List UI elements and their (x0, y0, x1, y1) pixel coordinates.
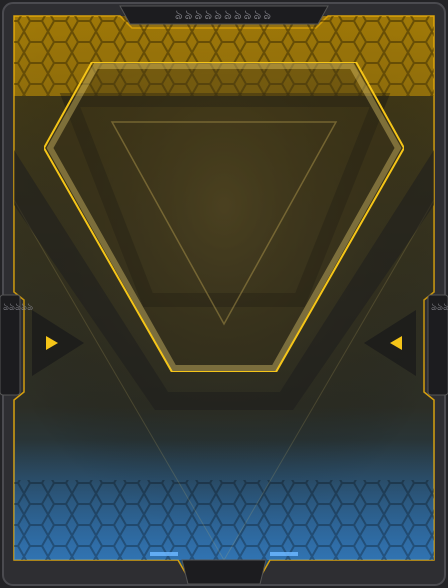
left-arrow-button[interactable] (28, 308, 88, 378)
left-glyph-strip: ঌঌঌঌঌ (3, 300, 33, 316)
game-card-frame: ঌঌঌঌঌঌঌঌঌঌ ঌঌঌঌঌ ঌঌঌঌঌ (0, 0, 448, 588)
emblem-icon (44, 62, 404, 372)
triangle-left-icon (32, 310, 84, 376)
triangle-right-icon (364, 310, 416, 376)
right-arrow-button[interactable] (360, 308, 420, 378)
top-glyph-strip: ঌঌঌঌঌঌঌঌঌঌ (174, 8, 274, 23)
right-glyph-strip: ঌঌঌঌঌ (431, 302, 448, 313)
